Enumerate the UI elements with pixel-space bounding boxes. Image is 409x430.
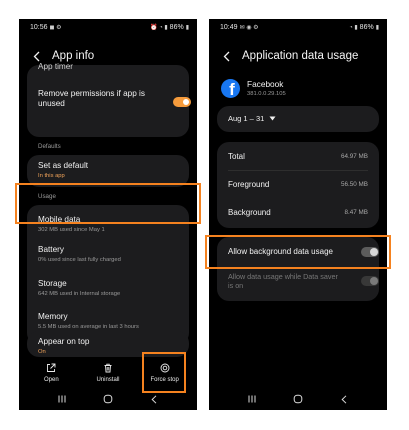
nav-back-icon[interactable] bbox=[144, 392, 164, 406]
page-title: App info bbox=[52, 50, 95, 62]
memory-item[interactable]: Memory 5.5 MB used on average in last 3 … bbox=[27, 312, 189, 331]
back-icon[interactable] bbox=[30, 49, 42, 63]
force-stop-highlight bbox=[142, 352, 186, 393]
status-time: 10:56 bbox=[30, 23, 48, 31]
battery-icon: ▮ bbox=[375, 24, 379, 31]
app-version: 381.0.0.29.105 bbox=[247, 91, 286, 97]
battery-icon: ▮ bbox=[185, 24, 189, 31]
battery-level: 86% bbox=[169, 23, 184, 31]
defaults-label: Defaults bbox=[38, 143, 61, 150]
recents-icon[interactable] bbox=[52, 392, 72, 406]
nav-back-icon[interactable] bbox=[334, 392, 354, 406]
status-bar: 10:56 ◼ ⚙ ⏰ ◔ ▮ 86% ▮ bbox=[19, 19, 197, 35]
back-icon[interactable] bbox=[220, 49, 232, 63]
battery-item[interactable]: Battery 0% used since last fully charged bbox=[27, 245, 189, 264]
data-usage-screen: 10:49 ✉ ◉ ⚙ ◔ ▮ 86% ▮ Application data u… bbox=[209, 19, 387, 410]
facebook-icon: f bbox=[221, 79, 240, 98]
uninstall-icon bbox=[104, 363, 112, 373]
background-row: Background 8.47 MB bbox=[228, 207, 368, 217]
signal-icon: ◔ ▮ bbox=[349, 24, 358, 31]
usage-summary-card: Total 64.97 MB Foreground 56.50 MB Backg… bbox=[217, 142, 379, 228]
permissions-card: App timer Remove permissions if app is u… bbox=[27, 62, 191, 137]
signal-icon: ⏰ ◔ ▮ bbox=[149, 24, 168, 31]
allow-data-saver-item[interactable]: Allow data usage while Data saver is on bbox=[217, 272, 342, 290]
app-timer-item[interactable]: App timer bbox=[27, 62, 189, 72]
set-default-item[interactable]: Set as default In this app bbox=[27, 161, 189, 180]
page-title: Application data usage bbox=[242, 50, 359, 62]
background-data-highlight bbox=[205, 235, 391, 269]
storage-item[interactable]: Storage 642 MB used in Internal storage bbox=[27, 279, 189, 298]
app-name: Facebook bbox=[247, 79, 284, 89]
app-identity: Facebook 381.0.0.29.105 bbox=[247, 79, 286, 97]
remove-permissions-item[interactable]: Remove permissions if app is unused bbox=[27, 89, 162, 109]
allow-data-saver-toggle[interactable] bbox=[361, 276, 379, 286]
status-time: 10:49 bbox=[220, 23, 238, 31]
usage-card: Mobile data 302 MB used since May 1 Batt… bbox=[27, 205, 189, 345]
open-icon bbox=[47, 363, 56, 372]
notification-icon: ✉ ◉ ⚙ bbox=[239, 24, 259, 31]
notification-icon: ◼ ⚙ bbox=[49, 24, 62, 31]
total-row: Total 64.97 MB bbox=[228, 151, 368, 161]
system-nav-bar bbox=[209, 388, 387, 410]
mobile-data-highlight bbox=[15, 183, 201, 224]
home-icon[interactable] bbox=[98, 392, 118, 406]
divider bbox=[228, 170, 368, 171]
dropdown-icon bbox=[269, 116, 276, 121]
date-range-card: Aug 1 – 31 bbox=[217, 106, 379, 132]
home-icon[interactable] bbox=[288, 392, 308, 406]
recents-icon[interactable] bbox=[242, 392, 262, 406]
app-bar: Application data usage bbox=[209, 43, 387, 69]
foreground-row: Foreground 56.50 MB bbox=[228, 179, 368, 189]
status-bar: 10:49 ✉ ◉ ⚙ ◔ ▮ 86% ▮ bbox=[209, 19, 387, 35]
remove-permissions-toggle[interactable] bbox=[173, 97, 191, 107]
battery-level: 86% bbox=[359, 23, 374, 31]
date-range-selector[interactable]: Aug 1 – 31 bbox=[228, 114, 276, 123]
